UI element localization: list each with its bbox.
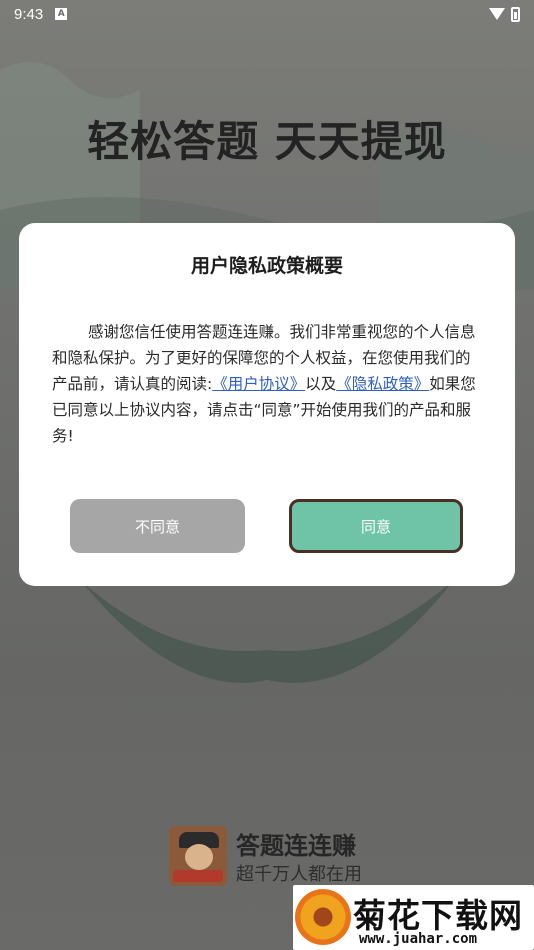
battery-icon: [511, 6, 520, 22]
dialog-body: 感谢您信任使用答题连连赚。我们非常重视您的个人信息和隐私保护。为了更好的保障您的…: [52, 319, 482, 449]
logo-face: [185, 844, 213, 870]
dialog-title: 用户隐私政策概要: [190, 255, 343, 277]
app-slogan: 超千万人都在用: [236, 864, 362, 885]
background-headline: 轻松答题 天天提现: [87, 117, 447, 166]
disagree-button[interactable]: 不同意: [70, 499, 245, 553]
logo-band: [173, 870, 223, 882]
agree-button[interactable]: 同意: [289, 499, 463, 553]
status-bar: 9:43 A: [0, 0, 534, 28]
privacy-policy-link[interactable]: 《隐私政策》: [336, 375, 429, 393]
app-name: 答题连连赚: [236, 832, 356, 860]
watermark: 菊花下载网 www.juahar.com: [293, 885, 534, 950]
app-logo: [169, 826, 227, 886]
status-time: 9:43: [14, 5, 44, 23]
body-text: 以及: [305, 375, 337, 393]
notification-icon: A: [55, 8, 68, 20]
wifi-icon: [489, 8, 505, 20]
user-agreement-link[interactable]: 《用户协议》: [212, 375, 305, 393]
flower-icon: [295, 889, 351, 945]
privacy-dialog: 用户隐私政策概要 感谢您信任使用答题连连赚。我们非常重视您的个人信息和隐私保护。…: [19, 223, 515, 586]
watermark-url: www.juahar.com: [359, 931, 478, 947]
watermark-title: 菊花下载网: [353, 896, 523, 935]
